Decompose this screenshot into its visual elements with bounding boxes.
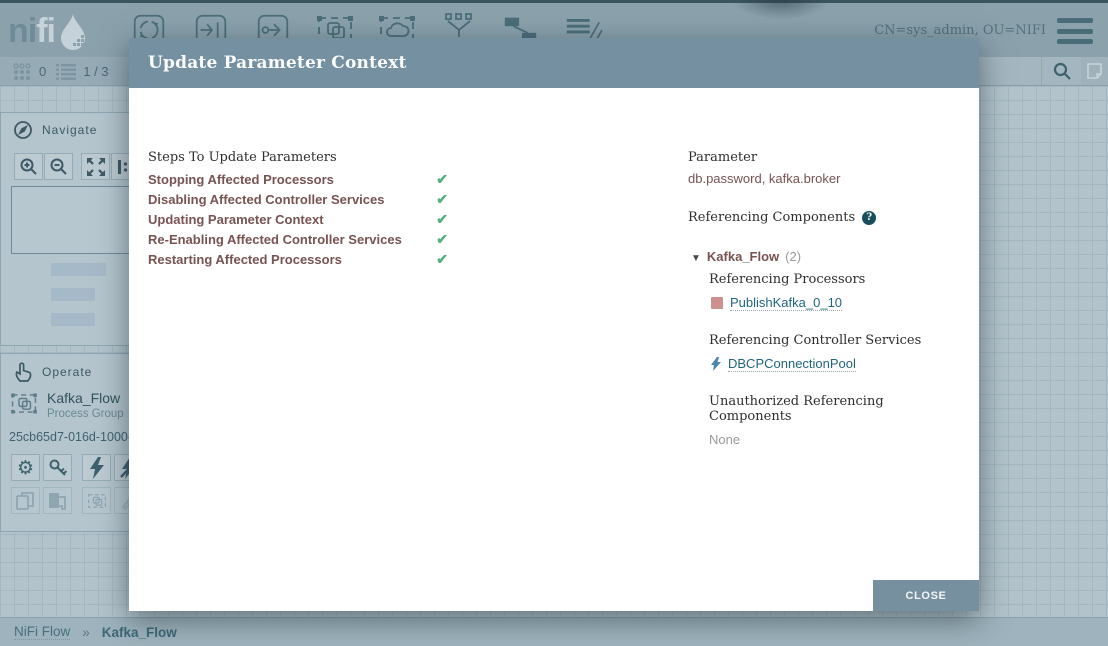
referencing-components-label: Referencing Components ?	[688, 210, 963, 225]
notes-button[interactable]	[1081, 57, 1108, 85]
note-icon	[1086, 62, 1103, 80]
update-step: Stopping Affected Processors ✔	[148, 169, 448, 189]
search-button[interactable]	[1041, 57, 1081, 85]
grid-dots-icon	[12, 62, 32, 82]
zoom-in-button[interactable]	[14, 153, 43, 180]
selected-component-type: Process Group	[47, 408, 124, 420]
process-group-node[interactable]: ▼ Kafka_Flow (2)	[691, 249, 963, 264]
parameter-section: Parameter db.password, kafka.broker Refe…	[688, 150, 963, 447]
update-steps-list: Stopping Affected Processors ✔ Disabling…	[148, 169, 448, 269]
minimap-node	[51, 313, 95, 326]
referencing-service-row: DBCPConnectionPool	[709, 356, 963, 372]
dialog-title: Update Parameter Context	[129, 38, 979, 88]
key-icon	[48, 458, 68, 478]
fit-icon	[87, 158, 105, 176]
compass-icon	[13, 120, 33, 140]
minimap-node	[51, 288, 95, 301]
search-icon	[1052, 61, 1072, 81]
processor-link[interactable]: PublishKafka_0_10	[730, 295, 842, 311]
steps-label: Steps To Update Parameters	[148, 150, 337, 165]
breadcrumb: NiFi Flow » Kafka_Flow	[0, 617, 1108, 646]
breadcrumb-root-link[interactable]: NiFi Flow	[14, 624, 70, 640]
nifi-droplet-icon	[57, 11, 91, 51]
group-count: (2)	[785, 249, 801, 264]
queued-count: 1 / 3	[56, 63, 108, 81]
top-border	[0, 0, 1108, 3]
check-icon: ✔	[436, 251, 448, 268]
check-icon: ✔	[436, 231, 448, 248]
referencing-processor-row: PublishKafka_0_10	[709, 295, 963, 311]
selected-component-name: Kafka_Flow	[47, 390, 124, 406]
list-icon	[56, 63, 76, 81]
configure-button[interactable]: ⚙	[11, 454, 40, 481]
close-button[interactable]: CLOSE	[873, 580, 979, 611]
group-button[interactable]	[82, 487, 111, 514]
bolt-icon	[89, 457, 105, 479]
current-user: CN=sys_admin, OU=NIFI	[874, 23, 1046, 38]
referencing-components-tree: ▼ Kafka_Flow (2) Referencing Processors …	[688, 249, 963, 447]
global-menu-icon[interactable]	[1057, 18, 1093, 44]
update-step: Disabling Affected Controller Services ✔	[148, 189, 448, 209]
copy-button[interactable]	[11, 487, 40, 514]
hand-pointer-icon	[13, 361, 33, 383]
zoom-out-button[interactable]	[44, 153, 73, 180]
copy-icon	[16, 491, 35, 511]
service-link[interactable]: DBCPConnectionPool	[728, 356, 856, 372]
process-group-icon	[9, 390, 39, 417]
breadcrumb-current: Kafka_Flow	[102, 625, 177, 640]
processor-state-swatch	[711, 297, 723, 309]
help-icon[interactable]: ?	[862, 211, 876, 225]
group-icon	[86, 491, 108, 511]
nifi-logo: nifi	[8, 11, 91, 51]
update-step: Restarting Affected Processors ✔	[148, 249, 448, 269]
check-icon: ✔	[436, 191, 448, 208]
zoom-out-icon	[49, 157, 68, 176]
active-thread-count: 0	[12, 62, 46, 82]
check-icon: ✔	[436, 211, 448, 228]
dialog-header: Update Parameter Context	[129, 38, 979, 88]
caret-down-icon[interactable]: ▼	[691, 253, 701, 264]
unauthorized-label: Unauthorized Referencing Components	[709, 394, 963, 424]
operate-title: Operate	[42, 365, 92, 379]
navigate-title: Navigate	[42, 123, 97, 137]
parameter-label: Parameter	[688, 150, 963, 165]
top-shadow-blob	[716, 0, 846, 30]
paste-button[interactable]	[43, 487, 72, 514]
start-button[interactable]	[82, 454, 111, 481]
update-parameter-context-dialog: Update Parameter Context Steps To Update…	[129, 38, 979, 611]
gear-icon: ⚙	[17, 457, 34, 479]
check-icon: ✔	[436, 171, 448, 188]
minimap-node	[51, 263, 95, 276]
zoom-in-icon	[19, 157, 38, 176]
update-step: Updating Parameter Context ✔	[148, 209, 448, 229]
nifi-app: nifi	[0, 0, 1108, 646]
paste-icon	[48, 491, 67, 511]
unauthorized-value: None	[709, 432, 963, 447]
nifi-logo-text: nifi	[8, 12, 55, 50]
zoom-fit-button[interactable]	[81, 153, 110, 180]
breadcrumb-separator: »	[82, 625, 90, 640]
referencing-processors-label: Referencing Processors	[709, 272, 963, 287]
parameter-value: db.password, kafka.broker	[688, 171, 963, 186]
referencing-services-label: Referencing Controller Services	[709, 333, 963, 348]
group-name: Kafka_Flow	[707, 249, 779, 264]
bolt-icon	[711, 357, 721, 371]
access-policies-button[interactable]	[43, 454, 72, 481]
selected-component-id: 25cb65d7-016d-1000-	[9, 430, 132, 444]
update-step: Re-Enabling Affected Controller Services…	[148, 229, 448, 249]
